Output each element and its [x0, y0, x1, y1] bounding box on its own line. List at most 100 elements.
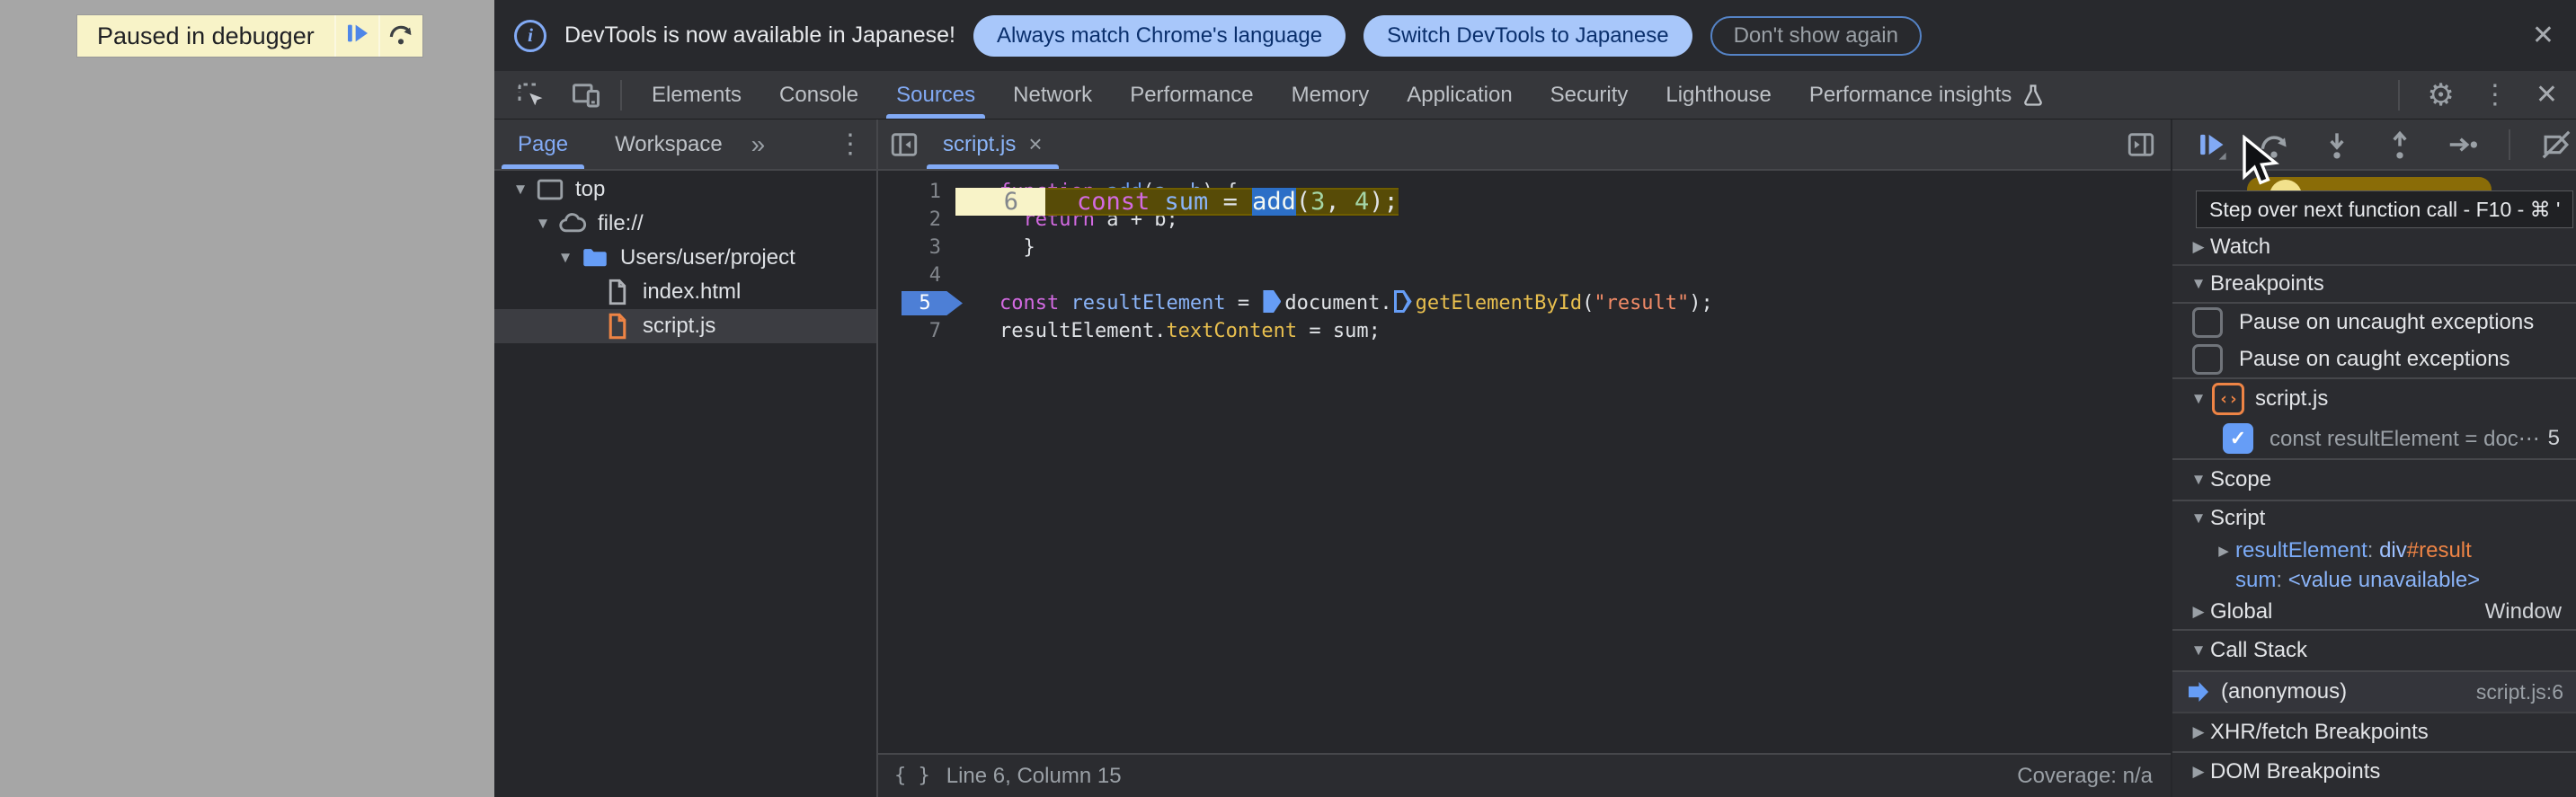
pause-caught-checkbox[interactable] — [2192, 344, 2223, 375]
gutter-line-5[interactable]: 5 — [878, 289, 968, 317]
scope-global-group[interactable]: ▶ Global Window — [2172, 595, 2576, 629]
resume-script-icon[interactable] — [2194, 128, 2228, 162]
watch-section-header[interactable]: ▶ Watch — [2172, 230, 2576, 266]
tree-item-label: index.html — [643, 279, 742, 304]
dom-breakpoints-section-header[interactable]: ▶ DOM Breakpoints — [2172, 751, 2576, 791]
tree-item-top[interactable]: ▼ top — [494, 173, 876, 207]
editor-tab-scriptjs[interactable]: script.js × — [925, 120, 1061, 169]
tab-elements[interactable]: Elements — [633, 71, 760, 119]
tree-item-script.js[interactable]: script.js — [494, 309, 876, 343]
step-over-paused-button[interactable] — [378, 15, 422, 57]
gutter-line-1[interactable]: 1 — [878, 178, 968, 206]
breakpoints-section-header[interactable]: ▼ Breakpoints — [2172, 266, 2576, 304]
coverage-label: Coverage: n/a — [2017, 763, 2153, 788]
expander-icon[interactable]: ▼ — [554, 249, 577, 267]
dont-show-again-button[interactable]: Don't show again — [1710, 15, 1922, 56]
scope-var-resultelement[interactable]: ▶ resultElement: div#result — [2172, 536, 2576, 565]
pause-caught-label: Pause on caught exceptions — [2239, 347, 2510, 371]
tab-label: Performance insights — [1808, 82, 2012, 107]
gutter-line-4[interactable]: 4 — [878, 261, 968, 289]
tab-label: Security — [1550, 82, 1629, 107]
tab-performance[interactable]: Performance — [1111, 71, 1272, 119]
navigator-menu-icon[interactable]: ⋮ — [837, 128, 864, 160]
gutter-line-7[interactable]: 7 — [878, 317, 968, 345]
breakpoint-entry[interactable]: ✓ const resultElement = doc⋯ 5 — [2172, 419, 2576, 458]
settings-gear-icon[interactable]: ⚙ — [2427, 77, 2454, 113]
expander-icon[interactable]: ▼ — [531, 215, 555, 233]
folder-icon — [579, 242, 611, 274]
breakpoint-file-group[interactable]: ▼ ‹› script.js — [2172, 379, 2576, 419]
expander-icon[interactable]: ▼ — [509, 181, 532, 199]
hide-navigator-icon[interactable] — [889, 129, 919, 160]
tab-lighthouse[interactable]: Lighthouse — [1647, 71, 1790, 119]
step-over-icon — [386, 19, 415, 54]
tab-close-icon[interactable]: × — [1028, 130, 1042, 158]
pretty-print-icon[interactable]: { } — [894, 765, 930, 787]
tab-memory[interactable]: Memory — [1273, 71, 1389, 119]
step-icon[interactable] — [2446, 128, 2480, 162]
chevron-right-icon: ▶ — [2192, 238, 2205, 255]
scope-script-label: Script — [2210, 506, 2266, 530]
file-icon — [601, 276, 634, 308]
breakpoint-badge[interactable]: 5 — [902, 291, 963, 315]
tab-label: Memory — [1291, 82, 1370, 107]
scope-label: Scope — [2210, 467, 2272, 491]
resume-script-button[interactable] — [333, 15, 378, 57]
devtools-close-icon[interactable]: ✕ — [2536, 79, 2558, 111]
chevron-right-icon: ▶ — [2192, 723, 2205, 740]
code-line-4[interactable]: 4 — [878, 261, 2171, 289]
call-stack-section-header[interactable]: ▼ Call Stack — [2172, 629, 2576, 672]
breakpoint-checkbox[interactable]: ✓ — [2223, 423, 2253, 454]
tab-page[interactable]: Page — [494, 120, 591, 169]
scope-var-sum[interactable]: sum: <value unavailable> — [2172, 565, 2576, 595]
tab-sources[interactable]: Sources — [877, 71, 994, 119]
code-text: resultElement.textContent = sum; — [999, 320, 1381, 342]
tree-item-index.html[interactable]: index.html — [494, 275, 876, 309]
inline-breakpoint-marker[interactable] — [1393, 290, 1412, 313]
tab-application[interactable]: Application — [1388, 71, 1531, 119]
show-debugger-sidebar-icon[interactable] — [2126, 129, 2156, 160]
step-out-icon[interactable] — [2383, 128, 2417, 162]
step-into-icon[interactable] — [2320, 128, 2354, 162]
always-match-language-button[interactable]: Always match Chrome's language — [973, 14, 1346, 57]
tab-performance-insights[interactable]: Performance insights — [1790, 71, 2065, 119]
code-text: const sum = add(3, 4); — [1045, 188, 1399, 216]
scope-global-value: Window — [2484, 599, 2562, 624]
tree-item-label: Users/user/project — [620, 245, 795, 270]
tree-item-label: top — [575, 177, 606, 201]
toggle-device-toolbar-icon[interactable] — [570, 79, 602, 111]
inline-breakpoint-marker[interactable] — [1263, 290, 1282, 313]
tab-label: Elements — [652, 82, 742, 107]
code-line-5[interactable]: 5 const resultElement = document. getEleme… — [878, 289, 2171, 317]
scope-section-header[interactable]: ▼ Scope — [2172, 458, 2576, 501]
tab-network[interactable]: Network — [994, 71, 1111, 119]
code-line-3[interactable]: 3 } — [878, 234, 2171, 261]
breakpoint-code-snippet: const resultElement = doc⋯ — [2270, 426, 2540, 451]
tree-item-users-user-project[interactable]: ▼ Users/user/project — [494, 241, 876, 275]
gutter-line-2[interactable]: 2 — [878, 206, 968, 234]
step-over-tooltip: Step over next function call - F10 - ⌘ ' — [2196, 190, 2574, 228]
tab-security[interactable]: Security — [1532, 71, 1648, 119]
inspect-element-icon[interactable] — [514, 79, 546, 111]
flask-icon — [2021, 81, 2046, 110]
scope-script-group[interactable]: ▼ Script — [2172, 501, 2576, 536]
tree-item-file-[interactable]: ▼ file:// — [494, 207, 876, 241]
tab-workspace[interactable]: Workspace — [591, 120, 746, 169]
more-options-icon[interactable]: ⋮ — [2482, 79, 2509, 111]
chevron-down-icon: ▼ — [2190, 509, 2207, 527]
sources-navigator: Page Workspace » ⋮ ▼ top ▼ file:// ▼ Users/us… — [494, 120, 878, 797]
pause-uncaught-checkbox[interactable] — [2192, 307, 2223, 338]
more-tabs-icon[interactable]: » — [751, 130, 766, 159]
infobar-close-icon[interactable]: ✕ — [2532, 20, 2554, 51]
tab-console[interactable]: Console — [760, 71, 877, 119]
deactivate-breakpoints-icon[interactable] — [2539, 128, 2573, 162]
gutter-line-6[interactable]: 6 — [955, 188, 1045, 216]
switch-to-japanese-button[interactable]: Switch DevTools to Japanese — [1364, 14, 1692, 57]
call-stack-frame[interactable]: (anonymous) script.js:6 — [2172, 672, 2576, 712]
code-line-6[interactable]: 6 const sum = add(3, 4); — [955, 188, 1399, 216]
code-line-7[interactable]: 7 resultElement.textContent = sum; — [878, 317, 2171, 345]
gutter-line-3[interactable]: 3 — [878, 234, 968, 261]
xhr-breakpoints-section-header[interactable]: ▶ XHR/fetch Breakpoints — [2172, 712, 2576, 751]
code-area: 1function add(a, b) {2 return a + b;3 }4… — [878, 173, 2171, 753]
